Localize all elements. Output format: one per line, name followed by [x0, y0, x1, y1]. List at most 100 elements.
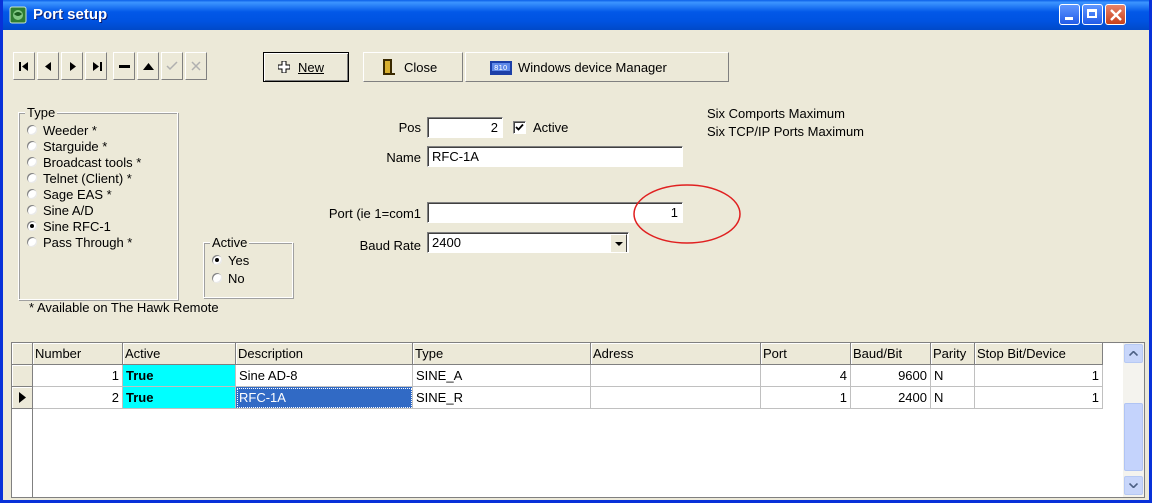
table-cell-type[interactable]: SINE_A — [413, 365, 591, 387]
vertical-scrollbar[interactable] — [1123, 343, 1144, 497]
active-checkbox[interactable] — [513, 121, 526, 134]
annotation-circle — [633, 184, 741, 244]
table-cell-adress[interactable] — [591, 365, 761, 387]
new-button[interactable]: New — [263, 52, 349, 82]
row-indicator-current[interactable] — [12, 387, 33, 409]
table-cell-stop-bit-device[interactable]: 1 — [975, 387, 1103, 409]
close-window-button[interactable] — [1105, 4, 1126, 25]
minus-icon — [119, 65, 130, 68]
type-groupbox: Type Weeder * Starguide * Broadcast tool… — [18, 105, 178, 300]
table-cell-description-selected[interactable]: RFC-1A — [236, 387, 413, 409]
baud-rate-value: 2400 — [432, 235, 461, 250]
first-icon — [19, 62, 28, 71]
current-row-arrow-icon — [19, 392, 26, 403]
last-record-button[interactable] — [85, 52, 107, 80]
port-setup-window: Port setup New Close 810 Windows device … — [0, 0, 1152, 503]
next-record-button[interactable] — [61, 52, 83, 80]
radio-circle — [27, 173, 37, 183]
cancel-record-button[interactable] — [185, 52, 207, 80]
column-header-stop-bit-device[interactable]: Stop Bit/Device — [975, 343, 1103, 365]
info-tcpip-max: Six TCP/IP Ports Maximum — [707, 124, 864, 139]
column-header-number[interactable]: Number — [33, 343, 123, 365]
plus-icon — [278, 61, 290, 73]
radio-circle-selected — [27, 221, 37, 231]
scroll-down-button[interactable] — [1124, 476, 1143, 495]
radio-circle — [27, 189, 37, 199]
radio-circle — [27, 205, 37, 215]
check-icon — [166, 61, 178, 71]
table-cell-baud-bit[interactable]: 2400 — [851, 387, 931, 409]
delete-record-button[interactable] — [113, 52, 135, 80]
column-header-description[interactable]: Description — [236, 343, 413, 365]
table-cell-active[interactable]: True — [123, 387, 236, 409]
device-manager-button[interactable]: 810 Windows device Manager — [465, 52, 729, 82]
title-bar[interactable]: Port setup — [3, 0, 1149, 30]
table-cell-stop-bit-device[interactable]: 1 — [975, 365, 1103, 387]
insert-record-button[interactable] — [137, 52, 159, 80]
column-header-active[interactable]: Active — [123, 343, 236, 365]
maximize-button[interactable] — [1082, 4, 1103, 25]
baud-rate-label: Baud Rate — [359, 238, 421, 253]
radio-circle — [212, 273, 222, 283]
post-record-button[interactable] — [161, 52, 183, 80]
cancel-x-icon — [191, 61, 201, 71]
table-cell-parity[interactable]: N — [931, 365, 975, 387]
row-indicator-gutter — [12, 409, 33, 497]
column-header-port[interactable]: Port — [761, 343, 851, 365]
column-header-adress[interactable]: Adress — [591, 343, 761, 365]
pos-label: Pos — [398, 120, 421, 135]
table-cell-parity[interactable]: N — [931, 387, 975, 409]
name-label: Name — [386, 150, 421, 165]
close-x-icon — [1110, 9, 1122, 21]
baud-rate-dropdown-button[interactable] — [610, 234, 627, 252]
svg-text:810: 810 — [494, 64, 507, 72]
chevron-up-icon — [1129, 351, 1138, 356]
column-header-type[interactable]: Type — [413, 343, 591, 365]
table-cell-port[interactable]: 4 — [761, 365, 851, 387]
column-header-parity[interactable]: Parity — [931, 343, 975, 365]
table-cell-baud-bit[interactable]: 9600 — [851, 365, 931, 387]
table-cell-number[interactable]: 2 — [33, 387, 123, 409]
new-label: New — [298, 60, 325, 75]
scroll-thumb[interactable] — [1124, 403, 1143, 471]
type-footnote: * Available on The Hawk Remote — [29, 300, 219, 315]
active-group-title: Active — [210, 235, 250, 250]
chevron-down-icon — [1129, 483, 1138, 488]
active-groupbox: Active Yes No — [203, 235, 293, 298]
next-icon — [70, 62, 76, 71]
prior-record-button[interactable] — [37, 52, 59, 80]
up-triangle-icon — [143, 63, 154, 70]
first-record-button[interactable] — [13, 52, 35, 80]
minimize-button[interactable] — [1059, 4, 1080, 25]
ports-grid: Number Active Description Type Adress Po… — [11, 342, 1145, 498]
table-cell-active[interactable]: True — [123, 365, 236, 387]
type-group-title: Type — [25, 105, 58, 120]
table-cell-port[interactable]: 1 — [761, 387, 851, 409]
close-label: Close — [404, 60, 438, 75]
device-manager-icon: 810 — [490, 61, 512, 75]
name-field[interactable]: RFC-1A — [427, 146, 683, 167]
port-label: Port (ie 1=com1 — [328, 206, 421, 221]
checkmark-icon — [515, 123, 524, 131]
info-comports-max: Six Comports Maximum — [707, 106, 845, 121]
device-manager-label: Windows device Manager — [518, 60, 667, 75]
prior-icon — [45, 62, 51, 71]
radio-circle-selected — [212, 255, 222, 265]
pos-field[interactable]: 2 — [427, 117, 503, 138]
window-title: Port setup — [33, 6, 108, 23]
table-cell-number[interactable]: 1 — [33, 365, 123, 387]
row-indicator[interactable] — [12, 365, 33, 387]
radio-circle — [27, 237, 37, 247]
app-globe-icon — [9, 6, 27, 24]
radio-circle — [27, 125, 37, 135]
column-header-baud-bit[interactable]: Baud/Bit — [851, 343, 931, 365]
close-button[interactable]: Close — [363, 52, 463, 82]
last-icon — [93, 62, 102, 71]
baud-rate-select[interactable]: 2400 — [427, 232, 629, 253]
table-cell-description[interactable]: Sine AD-8 — [236, 365, 413, 387]
table-cell-adress[interactable] — [591, 387, 761, 409]
door-icon — [383, 59, 395, 75]
table-cell-type[interactable]: SINE_R — [413, 387, 591, 409]
radio-circle — [27, 157, 37, 167]
scroll-up-button[interactable] — [1124, 344, 1143, 363]
